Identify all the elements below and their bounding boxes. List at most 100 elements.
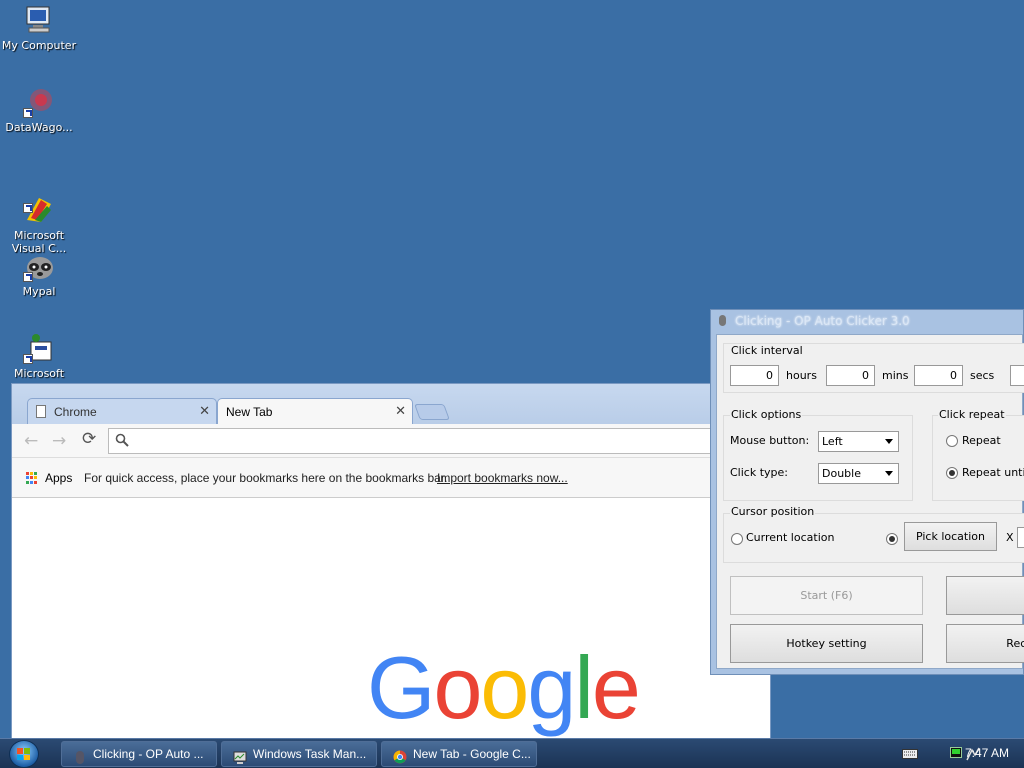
windows-logo-icon xyxy=(17,748,31,760)
logo-letter: g xyxy=(527,638,576,737)
window-titlebar[interactable]: Clicking - OP Auto Clicker 3.0 xyxy=(711,310,1023,334)
tab-label: New Tab xyxy=(226,404,273,419)
click-type-select[interactable]: Double xyxy=(818,463,899,484)
tab-label: Chrome xyxy=(54,404,97,419)
reload-icon[interactable]: ⟳ xyxy=(82,429,96,449)
tab-new-tab[interactable]: New Tab ✕ xyxy=(217,398,413,424)
chrome-icon xyxy=(393,748,407,764)
browser-toolbar: ← → ⟳ xyxy=(12,424,770,458)
computer-icon xyxy=(23,4,55,36)
chrome-window: Chrome ✕ New Tab ✕ ← → ⟳ Apps For quick … xyxy=(11,383,771,741)
visual-c-icon xyxy=(23,181,55,222)
taskbar-item-task-manager[interactable]: Windows Task Man... xyxy=(221,741,377,767)
dropdown-arrow-icon xyxy=(885,439,893,444)
desktop-icon-microsoft[interactable]: Microsoft xyxy=(0,332,78,380)
stop-button[interactable]: S xyxy=(946,576,1024,615)
google-logo: Google xyxy=(367,644,641,732)
x-coordinate-label: X xyxy=(1006,531,1014,544)
new-tab-page: Google xyxy=(12,498,770,740)
bookmarks-bar: Apps For quick access, place your bookma… xyxy=(12,458,770,498)
logo-letter: e xyxy=(591,638,641,737)
window-title: Clicking - OP Auto Clicker 3.0 xyxy=(735,314,910,328)
search-icon xyxy=(115,433,129,451)
taskbar-item-auto-clicker[interactable]: Clicking - OP Auto ... xyxy=(61,741,217,767)
taskbar-item-label: Windows Task Man... xyxy=(253,747,367,761)
mins-label: mins xyxy=(882,369,909,382)
apps-button[interactable]: Apps xyxy=(45,471,72,485)
tab-chrome[interactable]: Chrome ✕ xyxy=(27,398,217,424)
start-button[interactable] xyxy=(9,740,39,768)
taskbar: Clicking - OP Auto ... Windows Task Man.… xyxy=(0,738,1024,768)
desktop-icon-label: DataWago... xyxy=(5,121,73,134)
bookmarks-info-text: For quick access, place your bookmarks h… xyxy=(84,471,448,485)
mouse-icon xyxy=(719,315,726,326)
secs-input[interactable]: 0 xyxy=(914,365,963,386)
new-tab-button[interactable] xyxy=(414,404,450,420)
auto-clicker-window: Clicking - OP Auto Clicker 3.0 Click int… xyxy=(710,309,1024,675)
import-bookmarks-link[interactable]: Import bookmarks now... xyxy=(437,471,568,485)
microsoft-app-icon xyxy=(23,332,55,364)
shortcut-arrow-icon xyxy=(23,272,33,282)
millis-input[interactable] xyxy=(1010,365,1024,386)
desktop-icon-mypal[interactable]: Mypal xyxy=(0,250,78,298)
datawagon-icon xyxy=(23,86,55,118)
repeat-until-label: Repeat until s xyxy=(962,466,1024,479)
start-button[interactable]: Start (F6) xyxy=(730,576,923,615)
group-title: Click interval xyxy=(730,344,804,357)
click-type-label: Click type: xyxy=(730,466,788,479)
taskbar-clock[interactable]: 7:47 AM xyxy=(965,746,1009,760)
apps-grid-icon[interactable] xyxy=(26,472,38,484)
pick-location-button[interactable]: Pick location xyxy=(904,522,997,551)
mins-input[interactable]: 0 xyxy=(826,365,875,386)
mouse-button-label: Mouse button: xyxy=(730,434,810,447)
shortcut-arrow-icon xyxy=(23,354,33,364)
group-title: Cursor position xyxy=(730,505,816,518)
repeat-until-stopped-radio[interactable] xyxy=(946,467,958,479)
secs-label: secs xyxy=(970,369,995,382)
click-type-value: Double xyxy=(822,467,861,480)
close-tab-icon[interactable]: ✕ xyxy=(199,403,210,419)
group-title: Click options xyxy=(730,408,803,421)
hours-label: hours xyxy=(786,369,817,382)
omnibox-input[interactable] xyxy=(108,428,768,454)
system-tray: 7:47 AM xyxy=(874,739,1024,768)
x-coordinate-input[interactable] xyxy=(1017,527,1024,548)
document-icon xyxy=(36,405,46,418)
auto-clicker-body: Click interval 0 hours 0 mins 0 secs Cli… xyxy=(716,334,1024,669)
taskbar-item-label: Clicking - OP Auto ... xyxy=(93,747,204,761)
desktop-icon-my-computer[interactable]: My Computer xyxy=(0,4,78,52)
hours-input[interactable]: 0 xyxy=(730,365,779,386)
repeat-label: Repeat xyxy=(962,434,1001,447)
logo-letter: o xyxy=(433,638,482,737)
logo-letter: o xyxy=(480,638,529,737)
group-title: Click repeat xyxy=(938,408,1006,421)
mouse-icon xyxy=(73,748,87,764)
logo-letter: G xyxy=(367,638,435,737)
mouse-button-select[interactable]: Left xyxy=(818,431,899,452)
back-arrow-icon[interactable]: ← xyxy=(24,431,38,451)
mouse-button-value: Left xyxy=(822,435,843,448)
click-repeat-group xyxy=(932,415,1024,501)
pick-location-radio[interactable] xyxy=(886,533,898,545)
current-location-radio[interactable] xyxy=(731,533,743,545)
shortcut-arrow-icon xyxy=(23,108,33,118)
mypal-raccoon-icon xyxy=(23,250,55,282)
logo-letter: l xyxy=(574,638,594,737)
task-manager-icon xyxy=(233,748,247,764)
desktop-icon-label: Mypal xyxy=(22,285,56,298)
dropdown-arrow-icon xyxy=(885,471,893,476)
repeat-radio[interactable] xyxy=(946,435,958,447)
network-monitor-icon[interactable] xyxy=(950,747,962,764)
current-location-label: Current location xyxy=(746,531,835,544)
taskbar-item-label: New Tab - Google C... xyxy=(413,747,531,761)
hotkey-setting-button[interactable]: Hotkey setting xyxy=(730,624,923,663)
taskbar-item-chrome[interactable]: New Tab - Google C... xyxy=(381,741,537,767)
desktop-icon-label: My Computer xyxy=(1,39,77,52)
forward-arrow-icon[interactable]: → xyxy=(52,431,66,451)
close-tab-icon[interactable]: ✕ xyxy=(395,403,406,419)
record-button[interactable]: Reco xyxy=(946,624,1024,663)
desktop-icon-datawagon[interactable]: DataWago... xyxy=(0,86,78,134)
keyboard-icon[interactable] xyxy=(902,749,918,762)
tab-strip: Chrome ✕ New Tab ✕ xyxy=(12,384,770,424)
desktop-icon-label: Microsoft xyxy=(13,367,65,380)
